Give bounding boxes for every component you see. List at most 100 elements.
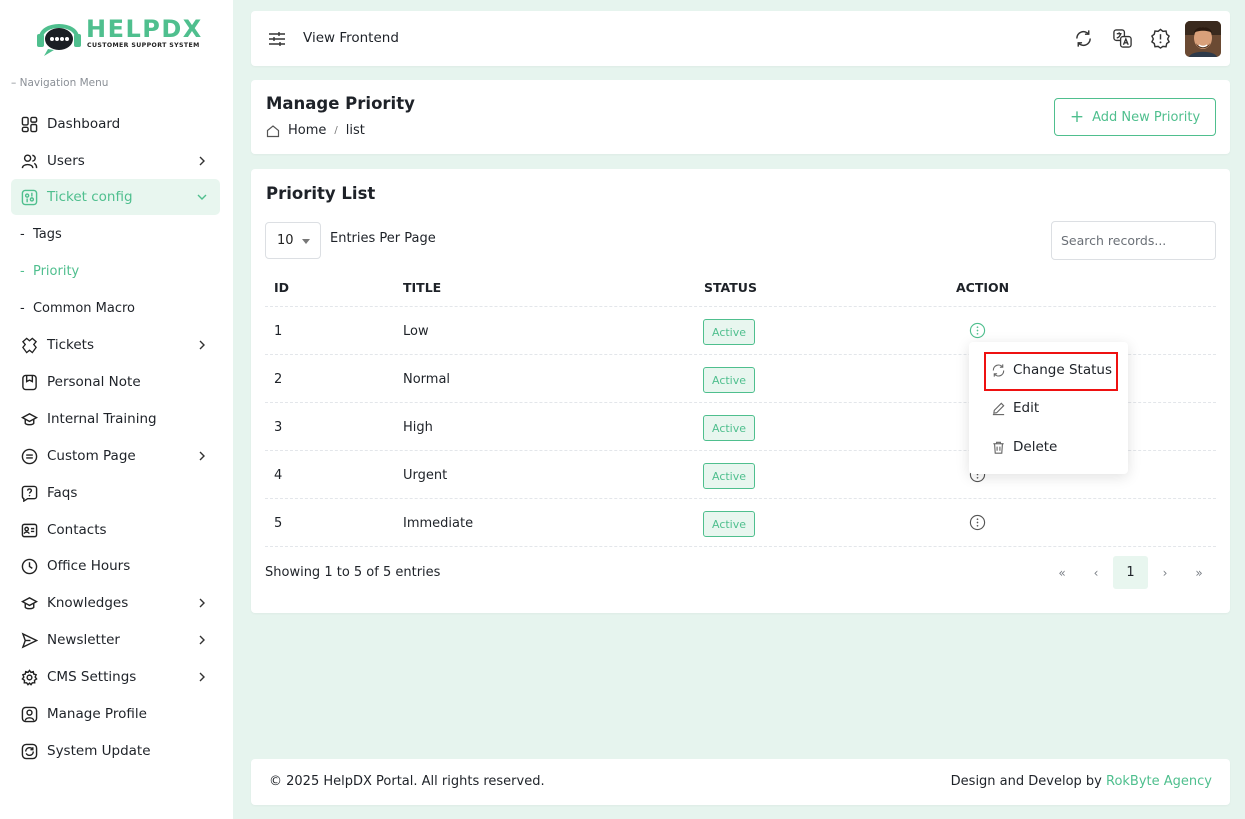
headset-logo-icon xyxy=(37,24,81,56)
pager-first[interactable]: « xyxy=(1051,556,1073,589)
knowledge-icon xyxy=(21,596,38,609)
chevron-down-icon xyxy=(197,194,207,200)
breadcrumb-current: list xyxy=(345,123,365,138)
table-row: 5 Immediate Active xyxy=(265,498,1216,546)
table-bottom-divider xyxy=(265,546,1216,547)
sidebar-item-newsletter[interactable]: Newsletter xyxy=(11,622,220,658)
sidebar-subitem-common-macro[interactable]: - Common Macro xyxy=(20,298,135,318)
breadcrumb-home[interactable]: Home xyxy=(288,123,326,138)
agency-link[interactable]: RokByte Agency xyxy=(1106,774,1212,789)
cell-id: 5 xyxy=(274,516,283,531)
more-vertical-icon[interactable] xyxy=(969,322,986,339)
training-icon xyxy=(21,412,38,425)
translate-icon[interactable] xyxy=(1112,28,1133,49)
tickets-icon xyxy=(21,337,38,354)
chevron-right-icon xyxy=(199,672,205,682)
sidebar-subitem-priority[interactable]: - Priority xyxy=(20,261,79,281)
column-header-action: ACTION xyxy=(956,280,1010,295)
more-vertical-icon[interactable] xyxy=(969,514,986,531)
chevron-right-icon xyxy=(199,598,205,608)
view-frontend-link[interactable]: View Frontend xyxy=(303,30,399,46)
cell-id: 4 xyxy=(274,468,283,483)
chevron-right-icon xyxy=(199,635,205,645)
caret-down-icon xyxy=(302,239,310,244)
sidebar-item-office-hours[interactable]: Office Hours xyxy=(11,548,220,584)
chevron-right-icon xyxy=(199,451,205,461)
sidebar-item-tickets[interactable]: Tickets xyxy=(11,327,220,363)
sidebar-item-custom-page[interactable]: Custom Page xyxy=(11,438,220,474)
trash-icon xyxy=(993,441,1004,454)
cell-title: High xyxy=(403,420,433,435)
contacts-icon xyxy=(21,523,38,537)
page-header: Manage Priority Home / list + Add New Pr… xyxy=(251,80,1230,154)
status-badge[interactable]: Active xyxy=(703,319,755,345)
sidebar-item-internal-training[interactable]: Internal Training xyxy=(11,401,220,437)
cell-id: 1 xyxy=(274,324,283,339)
footer: © 2025 HelpDX Portal. All rights reserve… xyxy=(251,759,1230,805)
entries-per-page-select[interactable]: 10 xyxy=(265,222,321,259)
developer-credit: Design and Develop by RokByte Agency xyxy=(950,774,1212,789)
faq-icon xyxy=(21,485,38,502)
cell-title: Normal xyxy=(403,372,451,387)
breadcrumb-separator: / xyxy=(334,125,338,136)
clock-icon xyxy=(21,558,38,574)
column-header-status: STATUS xyxy=(704,280,757,295)
dashboard-icon xyxy=(21,116,38,132)
breadcrumb: Home / list xyxy=(266,123,365,138)
sidebar-item-manage-profile[interactable]: Manage Profile xyxy=(11,696,220,732)
list-title: Priority List xyxy=(266,184,376,203)
add-priority-button[interactable]: + Add New Priority xyxy=(1054,98,1216,136)
status-badge[interactable]: Active xyxy=(703,511,755,537)
sidebar-item-ticket-config[interactable]: Ticket config xyxy=(11,179,220,215)
gear-icon xyxy=(21,668,38,686)
custom-page-icon xyxy=(21,448,38,464)
menu-item-delete[interactable]: Delete xyxy=(991,439,1057,455)
sidebar-subitem-tags[interactable]: - Tags xyxy=(20,224,62,244)
column-header-title: TITLE xyxy=(403,280,442,295)
nav-caption: – Navigation Menu xyxy=(11,77,109,89)
sidebar-item-dashboard[interactable]: Dashboard xyxy=(11,106,220,142)
cell-title: Low xyxy=(403,324,429,339)
ticket-config-icon xyxy=(21,189,38,205)
sidebar-item-users[interactable]: Users xyxy=(11,143,220,179)
alert-icon[interactable] xyxy=(1150,28,1171,49)
pager-prev[interactable]: ‹ xyxy=(1085,556,1107,589)
plus-icon: + xyxy=(1069,106,1085,127)
topbar: View Frontend xyxy=(251,11,1230,66)
page-title: Manage Priority xyxy=(266,94,415,113)
pager-page-1[interactable]: 1 xyxy=(1113,556,1148,589)
status-badge[interactable]: Active xyxy=(703,463,755,489)
settings-sliders-icon[interactable] xyxy=(268,31,286,47)
cell-id: 2 xyxy=(274,372,283,387)
sidebar-item-knowledges[interactable]: Knowledges xyxy=(11,585,220,621)
brand-tagline: CUSTOMER SUPPORT SYSTEM xyxy=(87,42,200,49)
user-avatar[interactable] xyxy=(1185,21,1221,57)
pager-next[interactable]: › xyxy=(1154,556,1176,589)
profile-icon xyxy=(21,706,38,722)
note-icon xyxy=(22,374,37,390)
status-badge[interactable]: Active xyxy=(703,367,755,393)
sidebar-item-personal-note[interactable]: Personal Note xyxy=(11,364,220,400)
avatar-photo-icon xyxy=(1185,21,1221,57)
change-status-highlight xyxy=(984,352,1118,391)
pager-last[interactable]: » xyxy=(1188,556,1210,589)
column-header-id: ID xyxy=(274,280,290,295)
status-badge[interactable]: Active xyxy=(703,415,755,441)
sidebar-item-faqs[interactable]: Faqs xyxy=(11,475,220,511)
home-icon xyxy=(266,124,280,137)
refresh-icon[interactable] xyxy=(1073,28,1094,49)
menu-item-edit[interactable]: Edit xyxy=(991,400,1039,416)
sidebar: HELPDX CUSTOMER SUPPORT SYSTEM – Navigat… xyxy=(0,0,233,819)
brand-logo[interactable]: HELPDX CUSTOMER SUPPORT SYSTEM xyxy=(34,13,201,59)
sidebar-item-cms-settings[interactable]: CMS Settings xyxy=(11,659,220,695)
chevron-right-icon xyxy=(199,340,205,350)
sidebar-item-system-update[interactable]: System Update xyxy=(11,733,220,769)
sidebar-item-contacts[interactable]: Contacts xyxy=(11,512,220,548)
cell-title: Urgent xyxy=(403,468,448,483)
chevron-right-icon xyxy=(199,156,205,166)
search-input[interactable] xyxy=(1051,221,1216,260)
cell-title: Immediate xyxy=(403,516,474,531)
copyright-text: © 2025 HelpDX Portal. All rights reserve… xyxy=(269,774,545,789)
users-icon xyxy=(21,153,38,168)
cell-id: 3 xyxy=(274,420,283,435)
